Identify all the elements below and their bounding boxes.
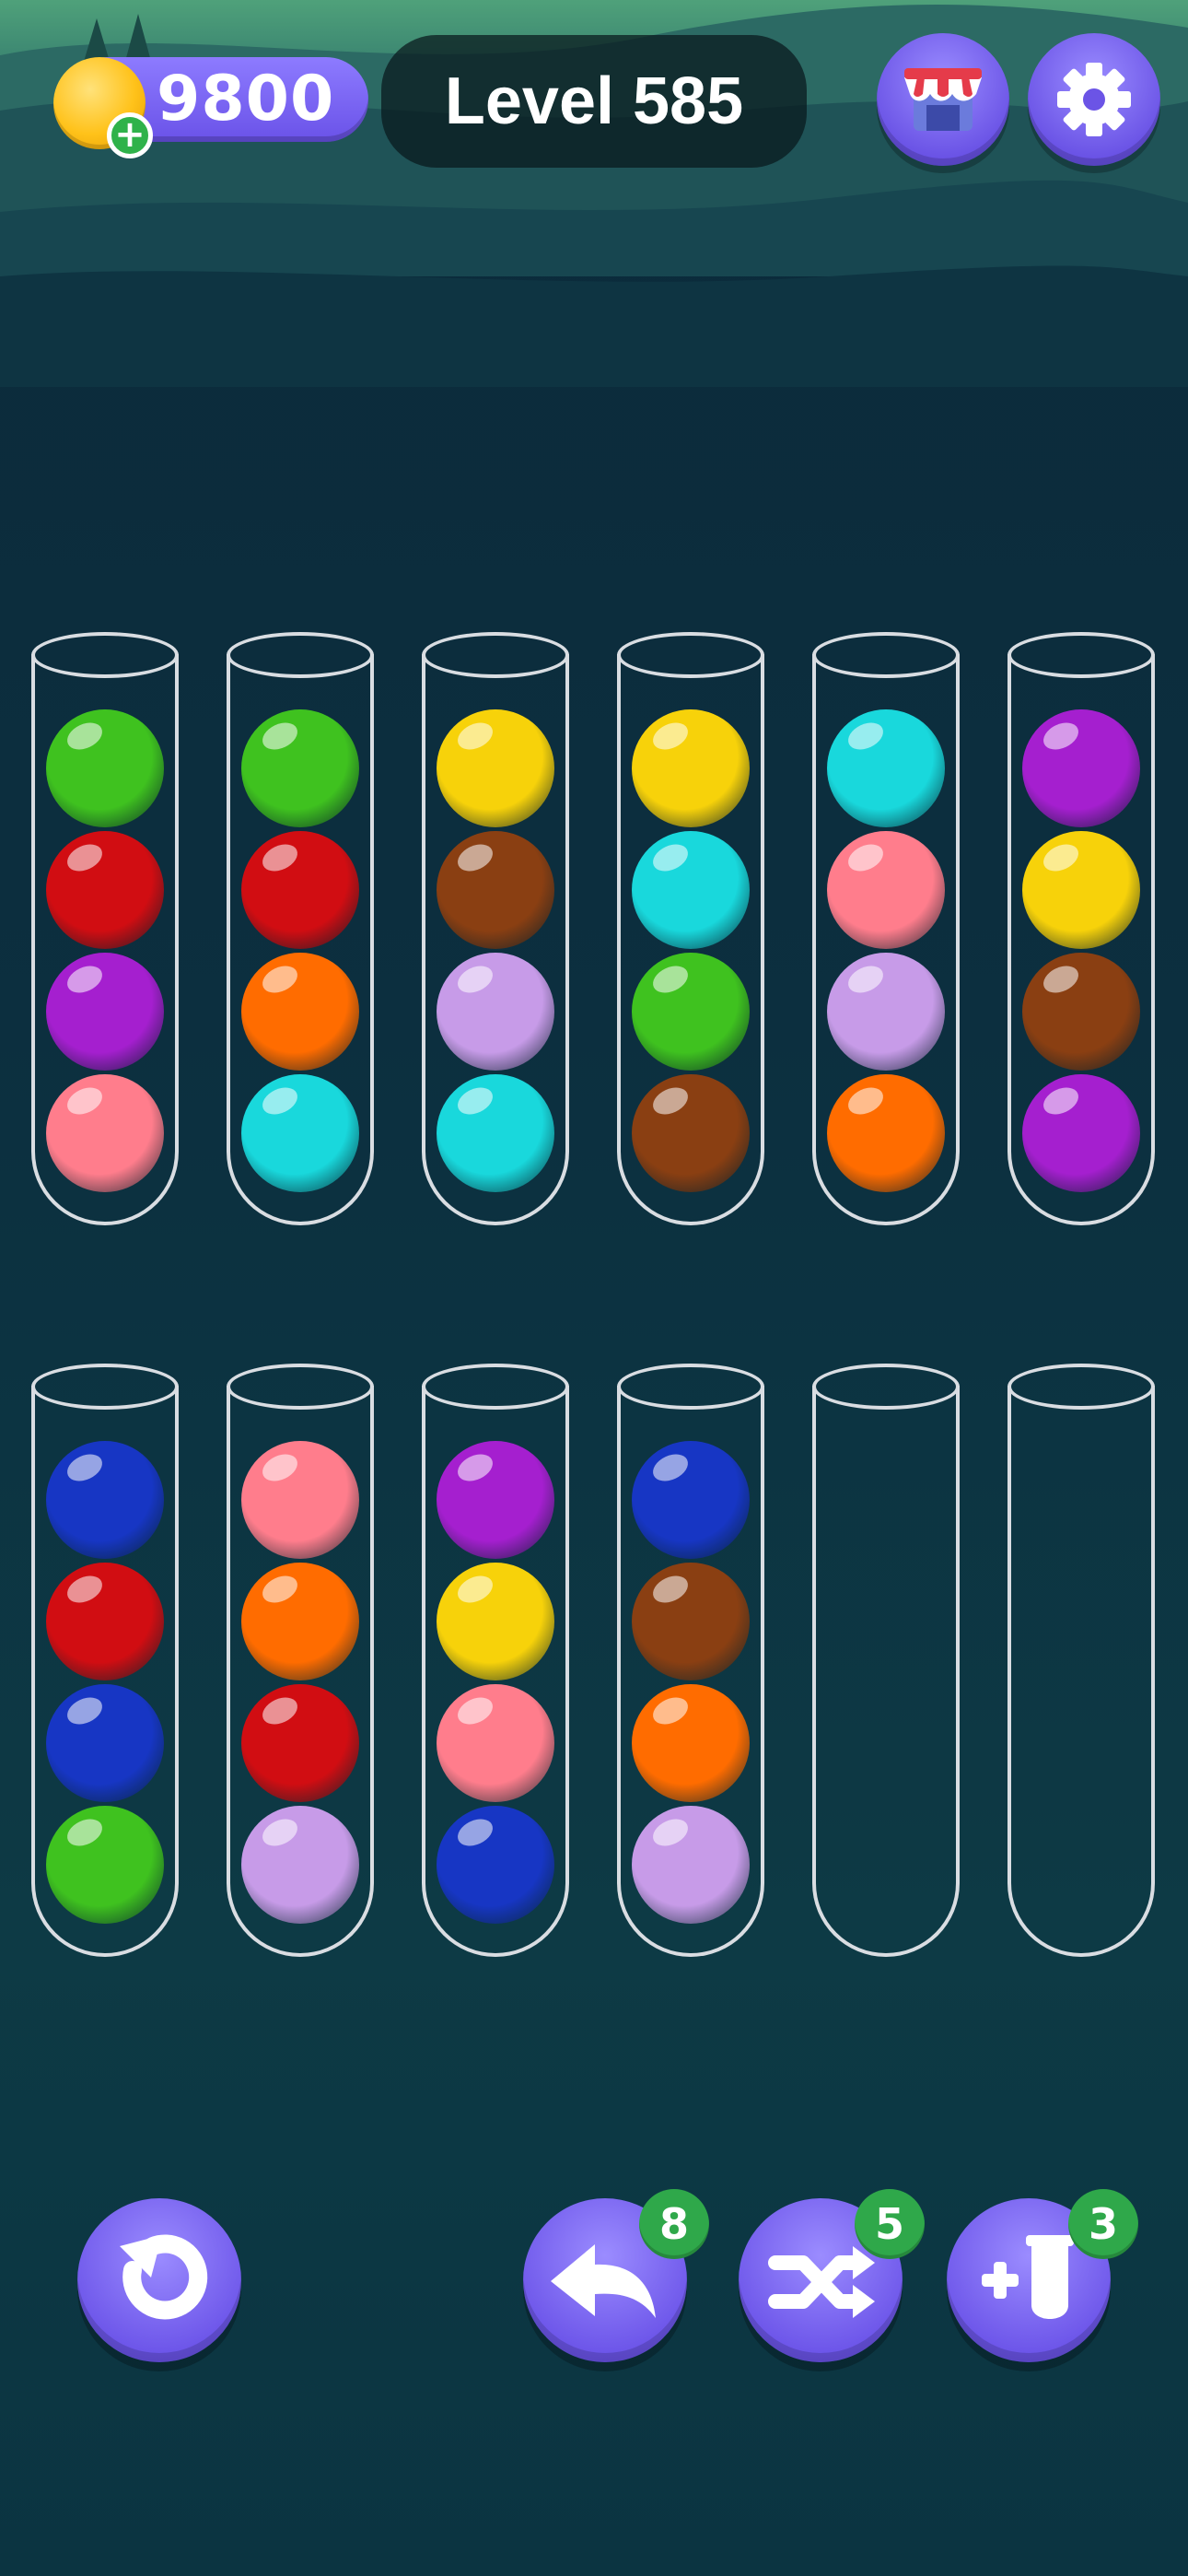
- ball-red: [46, 831, 164, 949]
- tube-rim: [1007, 632, 1155, 678]
- ball-purple: [437, 1441, 554, 1559]
- shop-icon: [904, 68, 982, 131]
- tube-rim: [617, 632, 764, 678]
- tube-rim: [1007, 1364, 1155, 1410]
- ball-green: [46, 709, 164, 827]
- top-bar: + 9800 Level 585: [0, 0, 1188, 184]
- tube-rim: [422, 1364, 569, 1410]
- ball-cyan: [241, 1074, 359, 1192]
- ball-orange: [241, 953, 359, 1071]
- tube[interactable]: [812, 1386, 960, 1957]
- level-label: Level 585: [444, 64, 744, 138]
- add-coins-icon[interactable]: +: [107, 112, 153, 158]
- ball-lavender: [827, 953, 945, 1071]
- tube-rim: [812, 1364, 960, 1410]
- ball-blue: [46, 1441, 164, 1559]
- ball-orange: [827, 1074, 945, 1192]
- ball-orange: [241, 1563, 359, 1680]
- coin-amount: 9800: [157, 63, 335, 135]
- restart-icon: [120, 2234, 208, 2320]
- ball-orange: [632, 1684, 750, 1802]
- gear-icon: [1057, 63, 1131, 136]
- tube-rim: [812, 632, 960, 678]
- ball-brown: [632, 1563, 750, 1680]
- ball-pink: [437, 1684, 554, 1802]
- ball-pink: [241, 1441, 359, 1559]
- ball-red: [46, 1563, 164, 1680]
- ball-blue: [437, 1806, 554, 1924]
- tube[interactable]: [1007, 1386, 1155, 1957]
- shuffle-count-badge: 5: [855, 2189, 925, 2259]
- ball-green: [632, 953, 750, 1071]
- ball-yellow: [437, 1563, 554, 1680]
- undo-count-badge: 8: [639, 2189, 709, 2259]
- ball-green: [241, 709, 359, 827]
- ball-lavender: [437, 953, 554, 1071]
- ball-red: [241, 831, 359, 949]
- ball-pink: [827, 831, 945, 949]
- ball-lavender: [241, 1806, 359, 1924]
- ball-yellow: [1022, 831, 1140, 949]
- ball-lavender: [632, 1806, 750, 1924]
- ball-cyan: [632, 831, 750, 949]
- ball-yellow: [437, 709, 554, 827]
- ball-pink: [46, 1074, 164, 1192]
- ball-brown: [1022, 953, 1140, 1071]
- tube-rim: [227, 632, 374, 678]
- tube-rim: [31, 1364, 179, 1410]
- ball-purple: [46, 953, 164, 1071]
- ball-blue: [46, 1684, 164, 1802]
- add-tube-count-badge: 3: [1068, 2189, 1138, 2259]
- ball-purple: [1022, 1074, 1140, 1192]
- ball-red: [241, 1684, 359, 1802]
- ball-green: [46, 1806, 164, 1924]
- tube-rim: [31, 632, 179, 678]
- ball-cyan: [827, 709, 945, 827]
- ball-brown: [437, 831, 554, 949]
- ball-brown: [632, 1074, 750, 1192]
- ball-cyan: [437, 1074, 554, 1192]
- tube-rim: [422, 632, 569, 678]
- ball-blue: [632, 1441, 750, 1559]
- tube-rim: [227, 1364, 374, 1410]
- ball-purple: [1022, 709, 1140, 827]
- settings-button[interactable]: [1028, 33, 1160, 166]
- ball-yellow: [632, 709, 750, 827]
- shop-button[interactable]: [877, 33, 1009, 166]
- restart-button[interactable]: [77, 2198, 241, 2362]
- tube-rim: [617, 1364, 764, 1410]
